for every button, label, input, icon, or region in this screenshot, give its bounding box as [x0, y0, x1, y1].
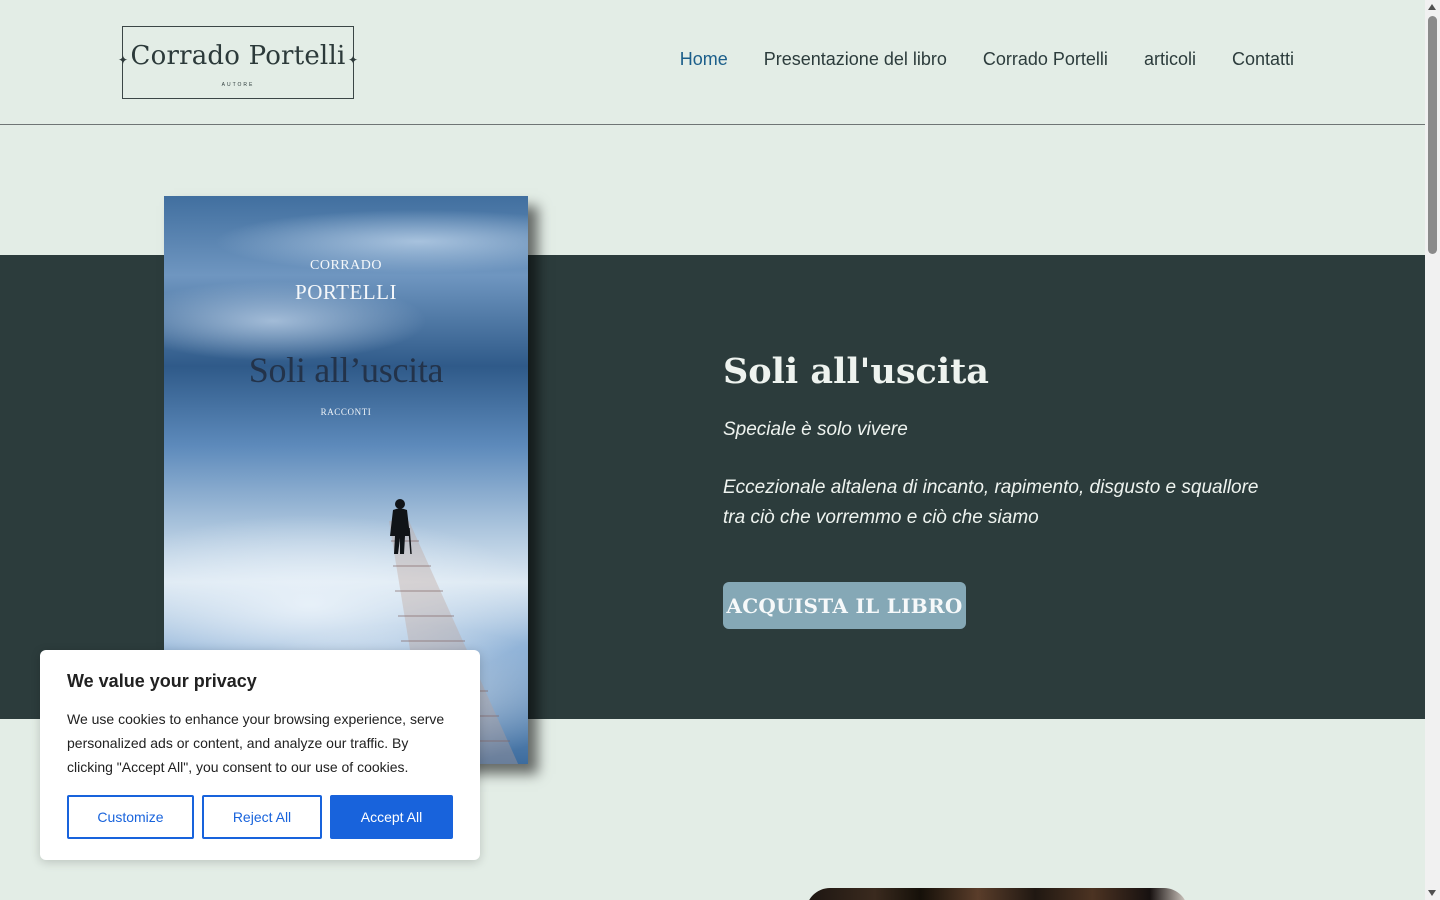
site-logo[interactable]: ✦ Corrado Portelli AUTORE ✦	[118, 26, 358, 99]
scroll-thumb[interactable]	[1428, 16, 1437, 254]
main-nav: Home Presentazione del libro Corrado Por…	[680, 49, 1294, 70]
cookie-consent-banner: We value your privacy We use cookies to …	[40, 650, 480, 860]
customize-button[interactable]: Customize	[67, 795, 194, 839]
hero-text: Soli all'uscita Speciale è solo vivere E…	[723, 352, 1283, 533]
logo-subtitle: AUTORE	[221, 82, 255, 88]
nav-item-author[interactable]: Corrado Portelli	[983, 49, 1108, 70]
page-scrollbar[interactable]	[1425, 0, 1440, 900]
cover-genre: RACCONTI	[320, 407, 372, 417]
nav-item-book-presentation[interactable]: Presentazione del libro	[764, 49, 947, 70]
cookie-text: We use cookies to enhance your browsing …	[67, 711, 445, 775]
logo-name: Corrado Portelli	[130, 41, 346, 71]
author-photo	[806, 888, 1188, 900]
nav-item-home[interactable]: Home	[680, 49, 728, 70]
walking-man-figure	[390, 499, 412, 555]
scroll-up-arrow-icon[interactable]	[1428, 4, 1436, 10]
scroll-down-arrow-icon[interactable]	[1428, 890, 1436, 896]
cookie-title: We value your privacy	[67, 671, 257, 691]
hero-title: Soli all'uscita	[723, 351, 989, 392]
cover-author-first: CORRADO	[310, 258, 382, 273]
site-header: ✦ Corrado Portelli AUTORE ✦ Home Present…	[0, 0, 1425, 125]
nav-item-articles[interactable]: articoli	[1144, 49, 1196, 70]
hero-tagline: Speciale è solo vivere	[723, 419, 908, 440]
cover-title: Soli all’uscita	[248, 350, 444, 390]
logo-star-icon: ✦	[347, 53, 358, 67]
buy-book-button[interactable]: ACQUISTA IL LIBRO	[723, 582, 966, 629]
accept-all-button[interactable]: Accept All	[330, 795, 453, 839]
cover-author-last: PORTELLI	[295, 280, 397, 304]
hero-description: Eccezionale altalena di incanto, rapimen…	[723, 477, 1259, 528]
nav-item-contacts[interactable]: Contatti	[1232, 49, 1294, 70]
reject-all-button[interactable]: Reject All	[202, 795, 322, 839]
